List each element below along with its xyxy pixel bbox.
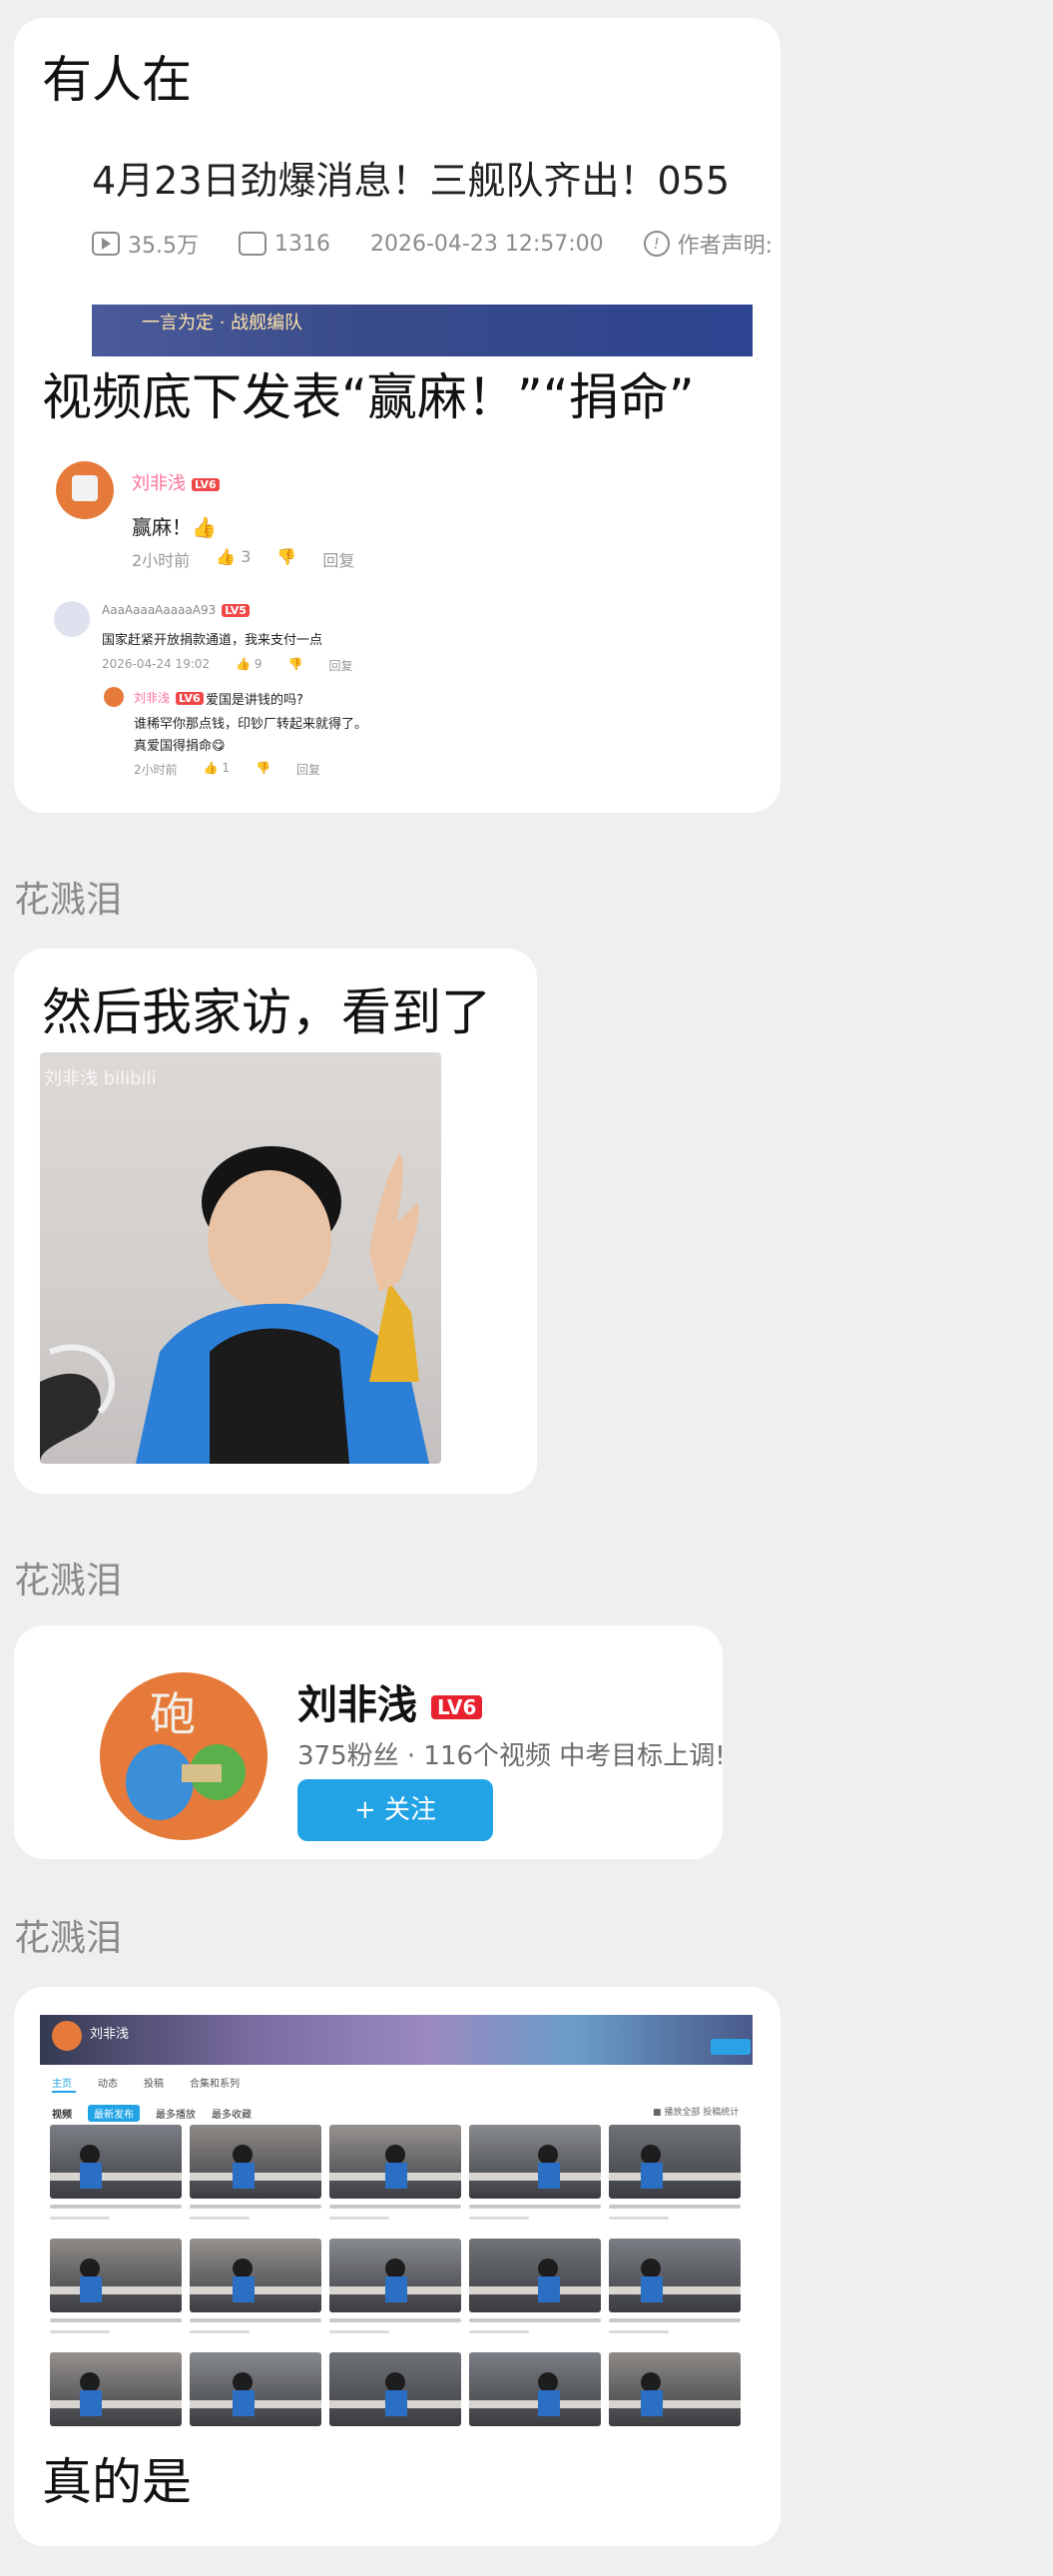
video-filter-row: 视频 最新发布 最多播放 最多收藏 (52, 2105, 252, 2122)
video-thumbnail[interactable] (50, 2239, 182, 2312)
video-caption-meta (329, 2217, 389, 2220)
comment-meta: 2小时前 👍 1 👎 回复 (134, 761, 321, 778)
comment-meta: 2026-04-24 19:02 👍 9 👎 回复 (102, 657, 353, 674)
danmaku-stat: 1316 (239, 232, 330, 257)
video-thumbnail[interactable] (329, 2239, 461, 2312)
avatar[interactable] (56, 461, 114, 519)
video-caption-meta (50, 2330, 110, 2333)
profile-stats: 375粉丝 · 116个视频 中考目标上调! (297, 1741, 726, 1771)
comment-text: 爱国是讲钱的吗? (206, 693, 303, 708)
video-caption (50, 2318, 182, 2322)
video-thumbnail[interactable] (190, 2125, 321, 2199)
info-icon: ! (643, 231, 670, 257)
video-caption (469, 2318, 601, 2322)
video-title: 4月23日劲爆消息！三舰队齐出！055 (92, 159, 731, 203)
message-text: 真的是 (42, 2452, 202, 2512)
video-thumbnail[interactable] (329, 2352, 461, 2426)
space-sort[interactable]: ■ 播放全部 投稿统计 (653, 2105, 739, 2118)
video-caption-meta (329, 2330, 389, 2333)
video-caption-meta (469, 2217, 529, 2220)
video-thumbnail[interactable] (469, 2352, 601, 2426)
message-text: 视频底下发表“赢麻！”“捐命” (42, 368, 695, 426)
sender-name[interactable]: 花溅泪 (14, 1909, 122, 1961)
video-caption (609, 2318, 741, 2322)
dislike-button[interactable]: 👎 (288, 657, 303, 674)
video-thumbnail[interactable] (609, 2352, 741, 2426)
video-thumbnail[interactable] (329, 2125, 461, 2199)
svg-text:砲: 砲 (150, 1687, 196, 1741)
video-thumbnail[interactable] (609, 2239, 741, 2312)
message-text: 然后我家访，看到了 (42, 983, 491, 1041)
avatar[interactable]: 砲 (100, 1672, 267, 1840)
comment-user[interactable]: AaaAaaaAaaaaA93 LV5 (102, 603, 250, 617)
video-time: 2026-04-23 12:57:00 (370, 231, 604, 257)
kid-photo[interactable]: 刘非浅 bilibili (40, 1052, 441, 1464)
declare-stat: ! 作者声明: (643, 228, 773, 260)
video-thumbnail[interactable] (190, 2352, 321, 2426)
play-icon (92, 232, 120, 256)
avatar[interactable] (104, 687, 124, 707)
sender-name[interactable]: 花溅泪 (14, 1552, 122, 1604)
tab-home[interactable]: 主页 (52, 2075, 72, 2090)
space-tabs: 主页 动态 投稿 合集和系列 (52, 2075, 240, 2090)
filter-chip[interactable]: 最多收藏 (212, 2106, 252, 2121)
video-caption (50, 2205, 182, 2209)
comment-text: 国家赶紧开放捐款通道，我来支付一点 (102, 633, 323, 648)
video-stats: 35.5万 1316 2026-04-23 12:57:00 ! 作者声明: (92, 228, 773, 260)
video-caption-meta (609, 2330, 669, 2333)
video-caption-meta (469, 2330, 529, 2333)
space-name: 刘非浅 (90, 2027, 130, 2042)
tab-underline (52, 2091, 76, 2093)
reply-button[interactable]: 回复 (329, 657, 353, 674)
video-thumbnail[interactable] (609, 2125, 741, 2199)
message-text: 有人在 (42, 51, 192, 109)
comment-text: 谁稀罕你那点钱，印钞厂转起来就得了。 (134, 717, 368, 732)
video-thumbnail[interactable] (469, 2239, 601, 2312)
video-thumbnail[interactable] (50, 2352, 182, 2426)
danmaku-icon (239, 232, 266, 256)
follow-button[interactable] (711, 2039, 751, 2055)
dislike-button[interactable]: 👎 (256, 761, 270, 778)
filter-chip[interactable]: 最多播放 (156, 2106, 196, 2121)
comment-user[interactable]: 刘非浅 LV6 (132, 469, 220, 495)
like-button[interactable]: 👍 1 (204, 761, 230, 778)
comment-text: 真爱国得捐命😋 (134, 739, 226, 754)
filter-chip[interactable]: 最新发布 (88, 2105, 140, 2122)
video-thumbnail[interactable] (469, 2125, 601, 2199)
video-caption-meta (50, 2217, 110, 2220)
video-caption (609, 2205, 741, 2209)
video-caption (190, 2205, 321, 2209)
reply-button[interactable]: 回复 (322, 547, 354, 571)
video-caption (190, 2318, 321, 2322)
reply-button[interactable]: 回复 (296, 761, 320, 778)
comment-meta: 2小时前 👍 3 👎 回复 (132, 547, 355, 571)
profile-name[interactable]: 刘非浅 LV6 (297, 1672, 483, 1730)
sender-name[interactable]: 花溅泪 (14, 871, 122, 923)
like-button[interactable]: 👍 9 (236, 657, 262, 674)
video-caption-meta (190, 2217, 250, 2220)
video-thumbnail[interactable] (50, 2125, 182, 2199)
video-caption (329, 2318, 461, 2322)
video-caption (469, 2205, 601, 2209)
video-thumbnail[interactable] (190, 2239, 321, 2312)
video-caption-meta (190, 2330, 250, 2333)
views-stat: 35.5万 (92, 228, 199, 260)
level-badge: LV6 (431, 1695, 483, 1719)
tab-dynamic[interactable]: 动态 (98, 2075, 118, 2090)
follow-button[interactable]: + 关注 (297, 1779, 493, 1841)
video-thumbnail-strip: 一言为定 · 战舰编队 (92, 305, 753, 356)
comment-user[interactable]: 刘非浅 LV6 (134, 689, 204, 706)
dislike-button[interactable]: 👎 (276, 547, 296, 571)
video-caption-meta (609, 2217, 669, 2220)
section-title: 视频 (52, 2110, 72, 2121)
avatar[interactable] (52, 2021, 82, 2051)
comment-text: 赢麻！👍 (132, 515, 217, 539)
video-caption (329, 2205, 461, 2209)
tab-uploads[interactable]: 投稿 (144, 2075, 164, 2090)
avatar[interactable] (54, 601, 90, 637)
tab-collections[interactable]: 合集和系列 (190, 2075, 240, 2090)
like-button[interactable]: 👍 3 (216, 547, 251, 571)
watermark: 刘非浅 bilibili (44, 1068, 157, 1089)
space-banner (40, 2015, 753, 2065)
